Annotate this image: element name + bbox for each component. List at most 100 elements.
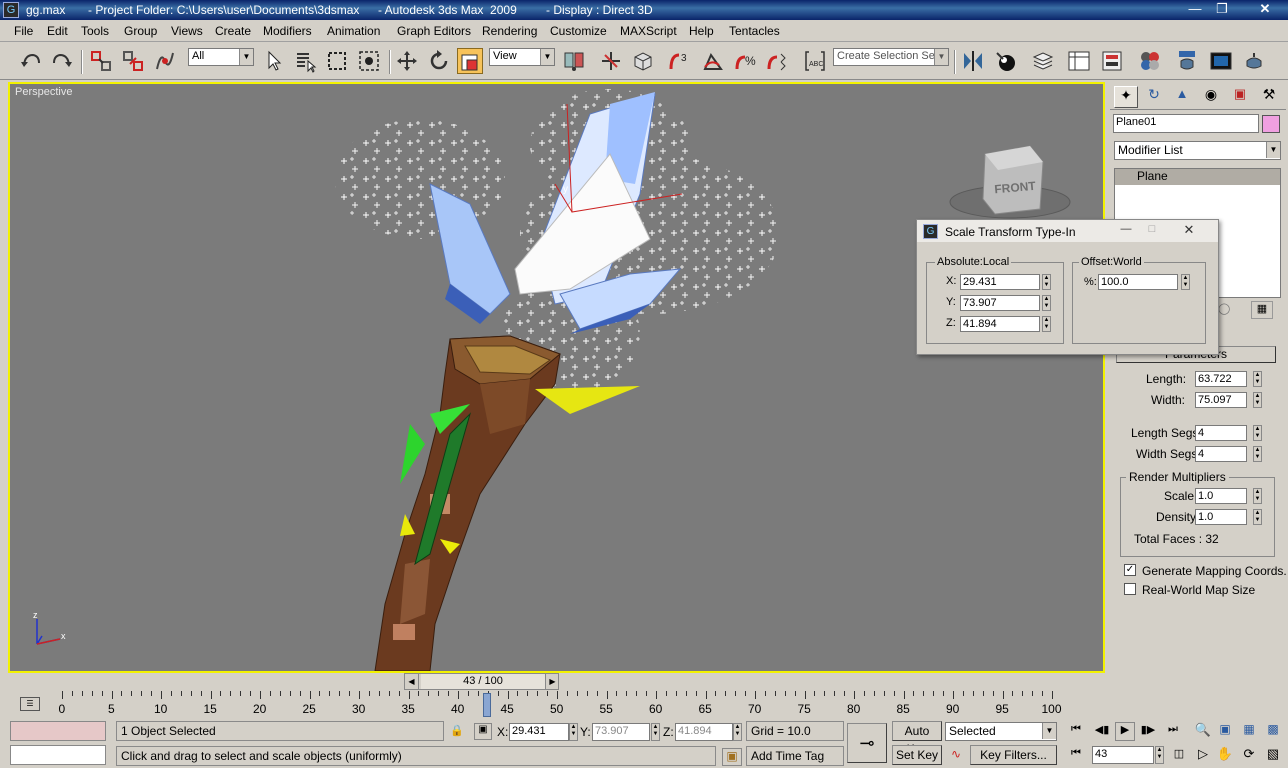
rendered-frame-window-icon[interactable]	[1208, 48, 1234, 74]
select-and-move-icon[interactable]	[394, 48, 420, 74]
frame-ruler[interactable]: 0 5 10 15 20 25 30 35 40 45 50 55 60 65 70 75 80 85 90 95 10…	[59, 691, 1062, 719]
zoom-extents-all-icon[interactable]: ▩	[1264, 722, 1282, 741]
current-frame-field[interactable]: 43	[1092, 746, 1154, 764]
frame-display[interactable]: 43 / 100	[421, 674, 545, 689]
width-segs-field[interactable]: 4	[1195, 446, 1247, 462]
length-field[interactable]: 63.722	[1195, 371, 1247, 387]
status-z-field[interactable]: 41.894	[675, 723, 733, 741]
status-z-spinner[interactable]: ▲ ▼	[733, 723, 742, 741]
menu-rendering[interactable]: Rendering	[482, 24, 537, 38]
menu-views[interactable]: Views	[171, 24, 203, 38]
current-frame-spinner[interactable]: ▲ ▼	[1155, 746, 1164, 764]
time-tag-icon[interactable]: ▣	[722, 748, 742, 766]
real-world-checkbox[interactable]	[1124, 583, 1136, 595]
status-y-field[interactable]: 73.907	[592, 723, 650, 741]
undo-icon[interactable]	[18, 48, 44, 74]
viewport-perspective[interactable]: Perspective y FRONT z x	[8, 82, 1105, 673]
pan-view-icon[interactable]: ✋	[1216, 746, 1234, 765]
app-icon[interactable]: G	[3, 2, 19, 18]
scale-field[interactable]: 1.0	[1195, 488, 1247, 504]
menu-tentacles[interactable]: Tentacles	[729, 24, 780, 38]
select-and-rotate-icon[interactable]	[426, 48, 452, 74]
bind-space-warp-icon[interactable]	[152, 48, 178, 74]
zoom-extents-icon[interactable]: ▦	[1240, 722, 1258, 741]
width-spinner[interactable]: ▲ ▼	[1253, 392, 1262, 408]
mini-curve-editor-icon[interactable]: ☰	[20, 697, 40, 711]
menu-group[interactable]: Group	[124, 24, 157, 38]
dialog-z-field[interactable]: 41.894	[960, 316, 1040, 332]
maximize-viewport-icon[interactable]: ▧	[1264, 746, 1282, 765]
pivot-center-icon[interactable]	[561, 48, 587, 74]
dialog-pct-spinner[interactable]: ▲ ▼	[1181, 274, 1190, 290]
modifier-list-dropdown[interactable]: Modifier List ▼	[1114, 141, 1281, 160]
menu-tools[interactable]: Tools	[81, 24, 109, 38]
percent-snap-icon[interactable]: %	[732, 48, 758, 74]
width-field[interactable]: 75.097	[1195, 392, 1247, 408]
selection-filter-dropdown[interactable]: All ▼	[188, 48, 254, 66]
rect-selection-region-icon[interactable]	[324, 48, 350, 74]
close-icon[interactable]: ✕	[1246, 1, 1284, 18]
select-and-manipulate-icon[interactable]	[598, 48, 624, 74]
density-field[interactable]: 1.0	[1195, 509, 1247, 525]
object-color-swatch[interactable]	[1262, 115, 1280, 133]
dialog-title-bar[interactable]: G Scale Transform Type-In — □ ✕	[917, 220, 1218, 242]
reference-coord-dropdown[interactable]: View ▼	[489, 48, 555, 66]
dialog-z-spinner[interactable]: ▲ ▼	[1042, 316, 1051, 332]
field-of-view-icon[interactable]: ▷	[1194, 746, 1212, 765]
select-by-name-icon[interactable]	[292, 48, 318, 74]
redo-icon[interactable]	[49, 48, 75, 74]
go-to-start-icon[interactable]: ⏮	[1066, 723, 1086, 741]
add-time-tag[interactable]: Add Time Tag	[746, 746, 844, 766]
schematic-view-icon[interactable]	[1099, 48, 1125, 74]
default-in-out-tangent-icon[interactable]: ∿	[946, 747, 966, 765]
length-spinner[interactable]: ▲ ▼	[1253, 371, 1262, 387]
display-tab-icon[interactable]: ▣	[1228, 86, 1252, 108]
create-tab-icon[interactable]: ✦	[1114, 86, 1138, 108]
status-x-spinner[interactable]: ▲ ▼	[569, 723, 578, 741]
select-object-icon[interactable]	[261, 48, 287, 74]
scale-spinner[interactable]: ▲ ▼	[1253, 488, 1262, 504]
menu-edit[interactable]: Edit	[47, 24, 68, 38]
absolute-mode-icon[interactable]: ▣	[474, 723, 492, 740]
play-icon[interactable]: ▶	[1115, 722, 1135, 741]
window-crossing-icon[interactable]	[356, 48, 382, 74]
hierarchy-tab-icon[interactable]: ▲	[1170, 86, 1194, 108]
length-segs-spinner[interactable]: ▲ ▼	[1253, 425, 1262, 441]
length-segs-field[interactable]: 4	[1195, 425, 1247, 441]
curve-editor-icon[interactable]	[1066, 48, 1092, 74]
dialog-x-spinner[interactable]: ▲ ▼	[1042, 274, 1051, 290]
configure-modifier-sets-icon[interactable]: ▦	[1251, 301, 1273, 319]
menu-help[interactable]: Help	[689, 24, 714, 38]
dialog-y-field[interactable]: 73.907	[960, 295, 1040, 311]
status-y-spinner[interactable]: ▲ ▼	[651, 723, 660, 741]
menu-create[interactable]: Create	[215, 24, 251, 38]
zoom-all-icon[interactable]: ▣	[1216, 722, 1234, 741]
dialog-x-field[interactable]: 29.431	[960, 274, 1040, 290]
auto-key-button[interactable]: Auto Key	[892, 721, 942, 756]
menu-file[interactable]: File	[14, 24, 33, 38]
orbit-icon[interactable]: ⟳	[1240, 746, 1258, 765]
minimize-icon[interactable]: —	[1184, 1, 1206, 18]
time-configuration-icon[interactable]: ◫	[1170, 747, 1188, 765]
next-frame-icon[interactable]: ▮▶	[1138, 723, 1158, 741]
modify-tab-icon[interactable]: ↻	[1142, 86, 1166, 108]
angle-snap-icon[interactable]	[700, 48, 726, 74]
set-key-mode-key-icon[interactable]: ⊸	[847, 723, 887, 763]
stack-item[interactable]: Plane	[1115, 169, 1280, 185]
key-mode-toggle-icon[interactable]: ⏮	[1066, 747, 1086, 765]
snaps-toggle-icon[interactable]: 3	[666, 48, 692, 74]
width-segs-spinner[interactable]: ▲ ▼	[1253, 446, 1262, 462]
maxscript-listener-white[interactable]	[10, 745, 106, 765]
named-selection-set-dropdown[interactable]: Create Selection Set ▼	[833, 48, 949, 66]
mirror-icon[interactable]	[960, 48, 986, 74]
key-filters-button[interactable]: Key Filters...	[970, 745, 1057, 765]
layer-manager-icon[interactable]	[1030, 48, 1056, 74]
spinner-snap-icon[interactable]	[764, 48, 790, 74]
selection-lock-icon[interactable]: 🔒	[450, 724, 464, 738]
key-mode-dropdown[interactable]: Selected ▼	[945, 722, 1057, 741]
set-key-button[interactable]: Set Key	[892, 745, 942, 765]
menu-modifiers[interactable]: Modifiers	[263, 24, 312, 38]
select-and-scale-icon[interactable]	[457, 48, 483, 74]
time-slider[interactable]: ◀ 43 / 100 ▶	[404, 673, 559, 690]
time-slider-next-icon[interactable]: ▶	[545, 674, 559, 689]
